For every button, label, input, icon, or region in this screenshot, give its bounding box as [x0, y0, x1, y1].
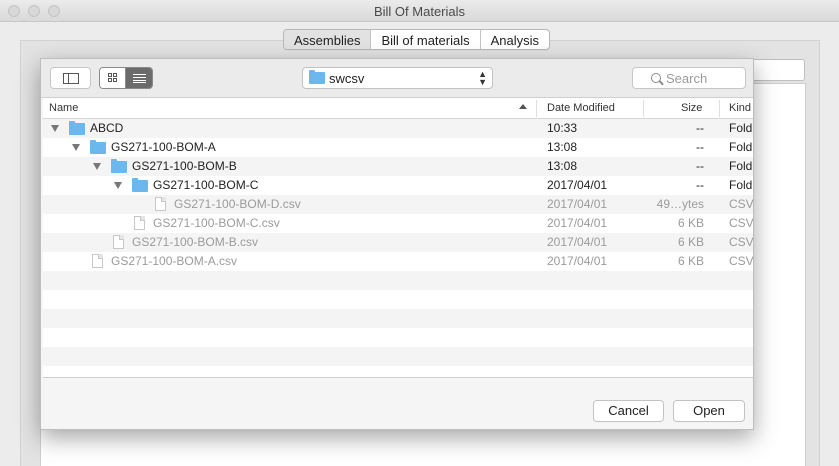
file-browser: Name Date Modified Size Kind ABCD 10:33 …	[43, 98, 753, 378]
item-name: ABCD	[90, 121, 124, 135]
list-item: GS271-100-BOM-D.csv 2017/04/01 49…ytes C…	[43, 195, 753, 214]
list-item: GS271-100-BOM-C.csv 2017/04/01 6 KB CSV	[43, 214, 753, 233]
list-item: GS271-100-BOM-A.csv 2017/04/01 6 KB CSV	[43, 252, 753, 271]
item-date: 2017/04/01	[547, 178, 608, 192]
item-date: 13:08	[547, 159, 578, 173]
folder-icon	[69, 121, 85, 135]
search-field[interactable]	[632, 67, 746, 89]
column-header: Name Date Modified Size Kind	[43, 98, 753, 119]
open-button[interactable]: Open	[673, 400, 745, 422]
column-size[interactable]: Size	[681, 102, 702, 114]
item-name: GS271-100-BOM-D.csv	[174, 197, 301, 211]
column-kind[interactable]: Kind	[729, 102, 751, 114]
disclosure-open-icon[interactable]	[51, 125, 59, 132]
item-name: GS271-100-BOM-B.csv	[132, 235, 259, 249]
empty-row	[43, 309, 753, 328]
tab-assemblies[interactable]: Assemblies	[284, 30, 372, 49]
disclosure-open-icon[interactable]	[114, 182, 122, 189]
grid-icon	[108, 73, 118, 83]
item-kind: CSV	[729, 197, 753, 211]
list-item[interactable]: ABCD 10:33 -- Fold	[43, 119, 753, 138]
list-item[interactable]: GS271-100-BOM-C 2017/04/01 -- Fold	[43, 176, 753, 195]
item-name: GS271-100-BOM-B	[132, 159, 237, 173]
location-label: swcsv	[329, 71, 365, 86]
list-icon	[133, 74, 146, 83]
toggle-sidebar-button[interactable]	[50, 67, 91, 89]
folder-icon	[309, 70, 325, 84]
item-kind: Fold	[729, 178, 753, 192]
cancel-button[interactable]: Cancel	[593, 400, 664, 422]
item-size: 6 KB	[677, 216, 704, 230]
item-date: 2017/04/01	[547, 197, 608, 211]
open-file-dialog: swcsv ▲▼ Name Date Modified Size Kind AB…	[40, 58, 754, 430]
item-kind: Fold	[729, 121, 753, 135]
up-down-chevron-icon: ▲ ▼	[478, 69, 487, 87]
main-tabs: Assemblies Bill of materials Analysis	[283, 29, 551, 50]
empty-row	[43, 271, 753, 290]
tab-bill-of-materials[interactable]: Bill of materials	[371, 30, 481, 49]
item-name: GS271-100-BOM-A.csv	[111, 254, 238, 268]
empty-row	[43, 347, 753, 366]
item-name: GS271-100-BOM-C.csv	[153, 216, 280, 230]
item-kind: CSV	[729, 216, 753, 230]
view-mode-control	[99, 67, 153, 89]
window-titlebar: Bill Of Materials	[0, 0, 839, 22]
list-item[interactable]: GS271-100-BOM-B 13:08 -- Fold	[43, 157, 753, 176]
window-title: Bill Of Materials	[373, 4, 466, 19]
list-view-button[interactable]	[126, 68, 152, 88]
item-name: GS271-100-BOM-A	[111, 140, 216, 154]
item-name: GS271-100-BOM-C	[153, 178, 259, 192]
icon-view-button[interactable]	[100, 68, 126, 88]
item-date: 10:33	[547, 121, 578, 135]
document-icon	[92, 254, 103, 268]
document-icon	[134, 216, 145, 230]
item-date: 2017/04/01	[547, 235, 608, 249]
folder-icon	[111, 159, 127, 173]
file-list: ABCD 10:33 -- Fold GS271-100-BOM-A 13:08…	[43, 119, 753, 377]
item-date: 2017/04/01	[547, 216, 608, 230]
item-kind: CSV	[729, 235, 753, 249]
item-kind: Fold	[729, 159, 753, 173]
item-size: 6 KB	[677, 235, 704, 249]
item-size: --	[696, 140, 704, 154]
item-size: --	[696, 159, 704, 173]
item-size: --	[696, 178, 704, 192]
item-size: 6 KB	[677, 254, 704, 268]
empty-row	[43, 290, 753, 309]
item-size: --	[696, 121, 704, 135]
folder-icon	[132, 178, 148, 192]
column-date-modified[interactable]: Date Modified	[547, 102, 615, 114]
item-date: 2017/04/01	[547, 254, 608, 268]
column-name[interactable]: Name	[49, 102, 78, 114]
sort-ascending-icon	[519, 104, 527, 109]
search-icon	[651, 73, 661, 83]
item-kind: Fold	[729, 140, 753, 154]
search-input[interactable]	[666, 70, 742, 86]
dialog-toolbar: swcsv ▲ ▼	[41, 59, 753, 98]
item-size: 49…ytes	[656, 197, 704, 211]
folder-icon	[90, 140, 106, 154]
document-icon	[155, 197, 166, 211]
item-kind: CSV	[729, 254, 753, 268]
empty-row	[43, 328, 753, 347]
item-date: 13:08	[547, 140, 578, 154]
disclosure-open-icon[interactable]	[72, 144, 80, 151]
empty-row	[43, 366, 753, 377]
location-popup[interactable]: swcsv ▲ ▼	[302, 67, 493, 89]
list-item[interactable]: GS271-100-BOM-A 13:08 -- Fold	[43, 138, 753, 157]
list-item: GS271-100-BOM-B.csv 2017/04/01 6 KB CSV	[43, 233, 753, 252]
sidebar-icon	[63, 73, 79, 84]
tab-analysis[interactable]: Analysis	[481, 30, 549, 49]
document-icon	[113, 235, 124, 249]
disclosure-open-icon[interactable]	[93, 163, 101, 170]
